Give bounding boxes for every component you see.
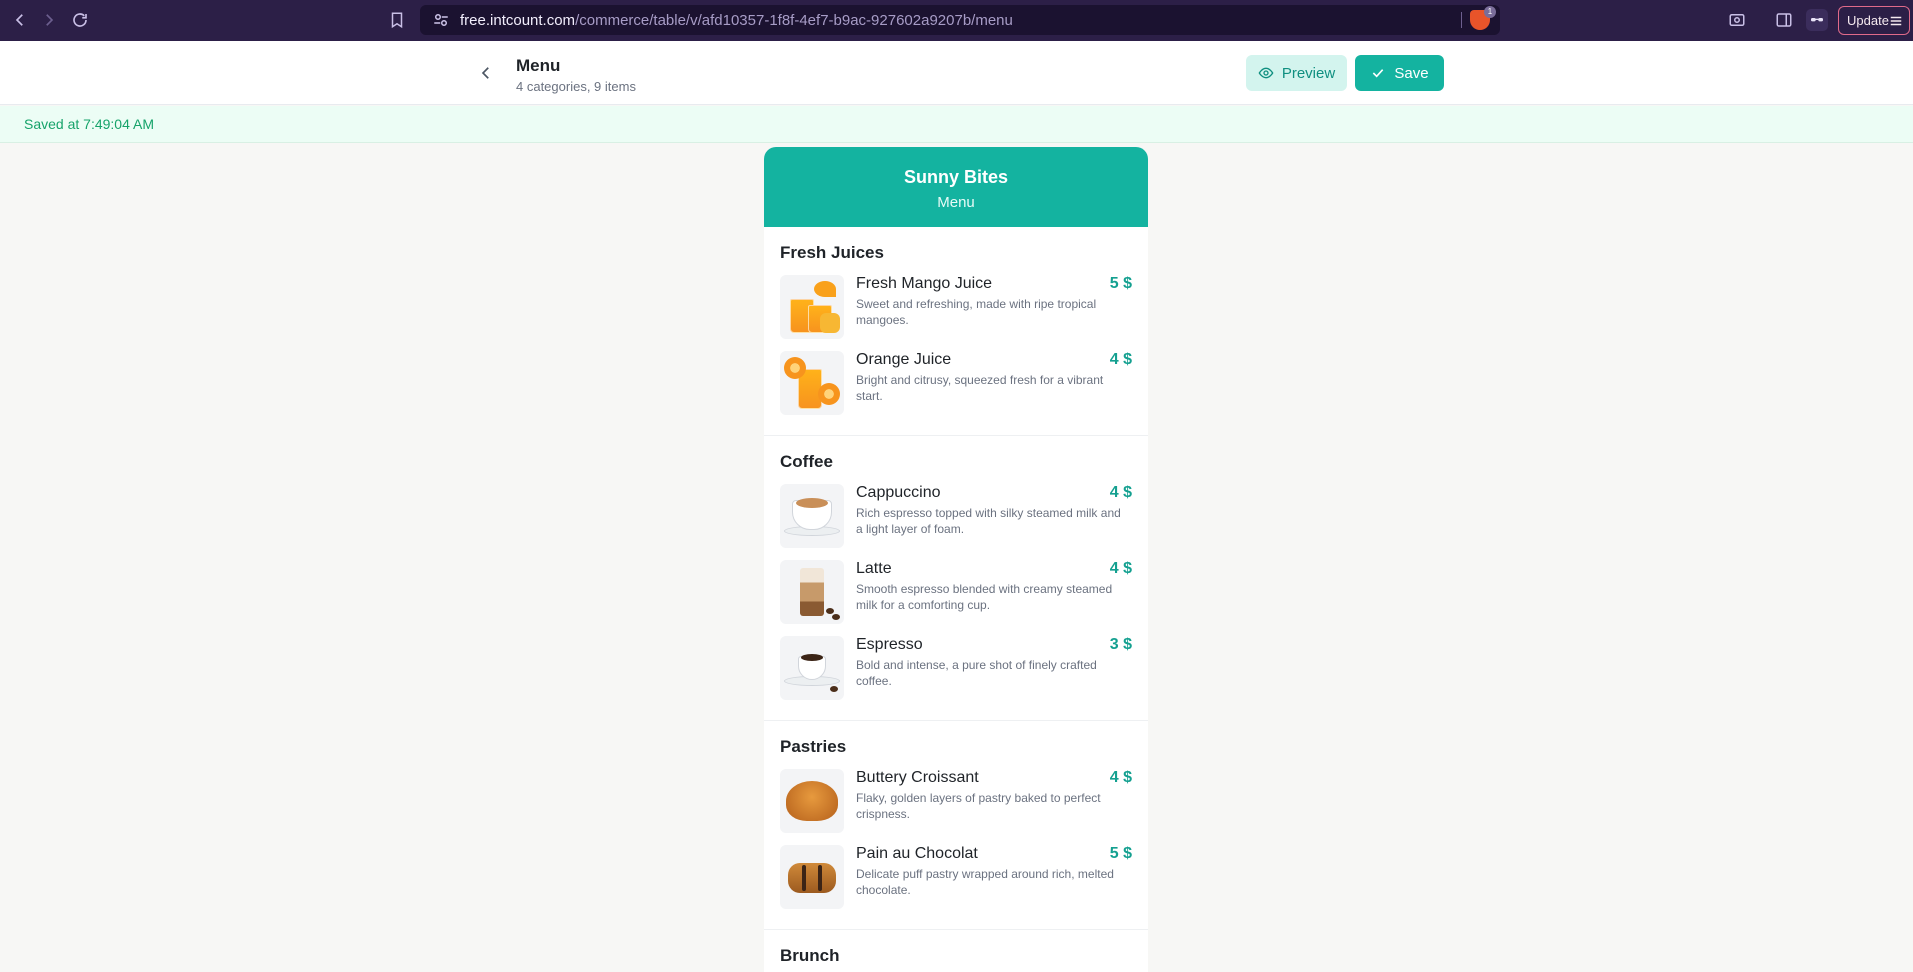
chevron-left-icon bbox=[481, 67, 489, 79]
back-arrow-icon[interactable] bbox=[8, 8, 32, 32]
restaurant-name: Sunny Bites bbox=[903, 167, 1009, 187]
espresso-image bbox=[780, 636, 844, 700]
item-description: Rich espresso topped with silky steamed … bbox=[856, 506, 1121, 536]
url-divider bbox=[1461, 12, 1462, 28]
item-name: Pain au Chocolat bbox=[856, 845, 978, 862]
menu-item[interactable]: Orange Juice 4 $ Bright and citrusy, squ… bbox=[780, 351, 1132, 415]
item-description: Bright and citrusy, squeezed fresh for a… bbox=[856, 373, 1104, 403]
preview-label: Preview bbox=[1281, 64, 1336, 82]
item-price: 4 $ bbox=[1109, 769, 1132, 786]
hamburger-menu-icon bbox=[1890, 16, 1902, 26]
preview-button[interactable]: Preview bbox=[1246, 55, 1347, 91]
menu-preview-card: Sunny Bites Menu Fresh Juices Fresh Mang… bbox=[764, 147, 1148, 972]
category-pastries: Pastries Buttery Croissant 4 $ Flaky, go… bbox=[764, 721, 1148, 930]
cappuccino-image bbox=[780, 484, 844, 548]
menu-item[interactable]: Latte 4 $ Smooth espresso blended with c… bbox=[780, 560, 1132, 624]
sidebar-toggle-icon[interactable] bbox=[1773, 9, 1795, 31]
reading-glasses-icon[interactable] bbox=[1806, 9, 1828, 31]
item-price: 4 $ bbox=[1109, 484, 1132, 501]
category-title: Pastries bbox=[780, 737, 847, 756]
url-host: free.intcount.com bbox=[460, 11, 576, 29]
item-name: Latte bbox=[856, 560, 892, 577]
category-title: Coffee bbox=[780, 452, 833, 471]
category-title: Fresh Juices bbox=[780, 243, 884, 262]
item-price: 4 $ bbox=[1109, 560, 1132, 577]
item-price: 5 $ bbox=[1109, 275, 1132, 292]
bookmark-icon[interactable] bbox=[386, 8, 408, 32]
item-name: Orange Juice bbox=[856, 351, 952, 368]
item-price: 3 $ bbox=[1109, 636, 1132, 653]
item-description: Delicate puff pastry wrapped around rich… bbox=[856, 867, 1114, 897]
category-coffee: Coffee Cappuccino 4 $ Rich espresso topp… bbox=[764, 436, 1148, 721]
page-subtitle: 4 categories, 9 items bbox=[516, 79, 636, 94]
item-description: Smooth espresso blended with creamy stea… bbox=[856, 582, 1113, 612]
pain-au-chocolat-image bbox=[780, 845, 844, 909]
item-name: Fresh Mango Juice bbox=[856, 275, 993, 292]
item-name: Espresso bbox=[856, 636, 923, 653]
category-title: Brunch bbox=[780, 946, 840, 965]
mango-juice-image bbox=[780, 275, 844, 339]
url-path: /commerce/table/v/afd10357-1f8f-4ef7-b9a… bbox=[575, 11, 1013, 29]
item-description: Bold and intense, a pure shot of finely … bbox=[856, 658, 1097, 688]
save-button[interactable]: Save bbox=[1355, 55, 1444, 91]
latte-image bbox=[780, 560, 844, 624]
reload-icon[interactable] bbox=[68, 8, 92, 32]
item-price: 5 $ bbox=[1109, 845, 1132, 862]
item-description: Sweet and refreshing, made with ripe tro… bbox=[856, 297, 1097, 327]
site-settings-icon[interactable] bbox=[432, 11, 450, 29]
eye-icon bbox=[1258, 67, 1274, 79]
category-fresh-juices: Fresh Juices Fresh Mango Juice 5 $ Sweet… bbox=[764, 227, 1148, 436]
item-name: Cappuccino bbox=[856, 484, 941, 501]
back-button[interactable] bbox=[474, 61, 498, 85]
check-icon bbox=[1373, 69, 1384, 78]
page-title: Menu bbox=[516, 56, 561, 75]
update-label: Update bbox=[1847, 13, 1889, 28]
update-button[interactable]: Update bbox=[1838, 6, 1910, 35]
address-bar[interactable]: free.intcount.com/commerce/table/v/afd10… bbox=[420, 5, 1500, 35]
menu-item[interactable]: Cappuccino 4 $ Rich espresso topped with… bbox=[780, 484, 1132, 548]
saved-status-text: Saved at 7:49:04 AM bbox=[24, 116, 154, 132]
forward-arrow-icon[interactable] bbox=[37, 8, 61, 32]
menu-subtitle: Menu bbox=[937, 194, 975, 211]
browser-toolbar: free.intcount.com/commerce/table/v/afd10… bbox=[0, 0, 1913, 41]
menu-item[interactable]: Pain au Chocolat 5 $ Delicate puff pastr… bbox=[780, 845, 1132, 909]
menu-item[interactable]: Espresso 3 $ Bold and intense, a pure sh… bbox=[780, 636, 1132, 700]
menu-item[interactable]: Fresh Mango Juice 5 $ Sweet and refreshi… bbox=[780, 275, 1132, 339]
shield-count-badge: 1 bbox=[1484, 6, 1496, 18]
editor-header: Menu 4 categories, 9 items Preview Save bbox=[0, 41, 1913, 105]
category-brunch: Brunch bbox=[764, 930, 1148, 972]
item-description: Flaky, golden layers of pastry baked to … bbox=[856, 791, 1101, 821]
save-label: Save bbox=[1394, 64, 1429, 82]
item-name: Buttery Croissant bbox=[856, 769, 979, 786]
orange-juice-image bbox=[780, 351, 844, 415]
croissant-image bbox=[780, 769, 844, 833]
menu-hero: Sunny Bites Menu bbox=[764, 147, 1148, 227]
menu-item[interactable]: Buttery Croissant 4 $ Flaky, golden laye… bbox=[780, 769, 1132, 833]
saved-status-banner: Saved at 7:49:04 AM bbox=[0, 106, 1913, 143]
brave-shield-icon[interactable]: 1 bbox=[1470, 6, 1496, 30]
tab-search-icon[interactable] bbox=[1726, 9, 1748, 31]
item-price: 4 $ bbox=[1109, 351, 1132, 368]
